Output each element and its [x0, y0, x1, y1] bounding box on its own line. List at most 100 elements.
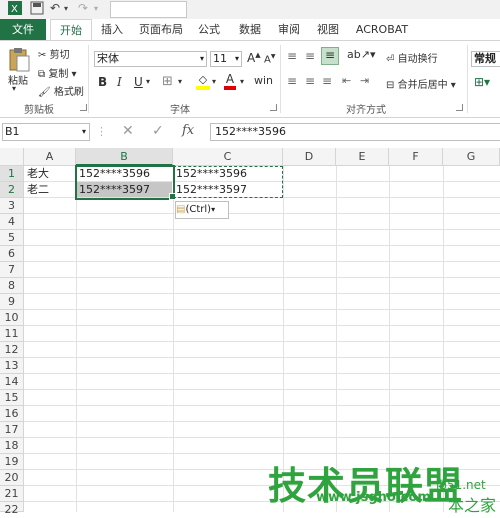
row-header[interactable]: 3: [0, 198, 24, 214]
row-header[interactable]: 14: [0, 374, 24, 390]
tab-home[interactable]: 开始: [50, 19, 92, 41]
column-header-a[interactable]: A: [24, 148, 76, 166]
tab-formulas[interactable]: 公式: [195, 19, 223, 40]
undo-icon[interactable]: ↶: [50, 1, 60, 15]
row-header[interactable]: 19: [0, 454, 24, 470]
column-header-g[interactable]: G: [443, 148, 500, 166]
row-header[interactable]: 9: [0, 294, 24, 310]
cancel-icon[interactable]: ✕: [122, 123, 134, 139]
merge-center-button[interactable]: ⊟ 合并后居中 ▾: [386, 76, 456, 91]
tab-review[interactable]: 审阅: [275, 19, 303, 40]
cut-button[interactable]: ✂ 剪切: [38, 46, 70, 61]
copy-button[interactable]: ⧉ 复制 ▾: [38, 65, 77, 80]
row-header[interactable]: 11: [0, 326, 24, 342]
cell-c2[interactable]: 152****3597: [174, 182, 247, 198]
paint-bucket-icon: ◇: [198, 73, 208, 86]
row-header[interactable]: 8: [0, 278, 24, 294]
underline-button[interactable]: U: [134, 75, 143, 89]
font-launcher-icon[interactable]: [270, 104, 277, 111]
cell-b2[interactable]: 152****3597: [77, 182, 150, 198]
cell-a2[interactable]: 老二: [25, 182, 49, 198]
column-header-c[interactable]: C: [173, 148, 283, 166]
align-bottom-icon[interactable]: ≡: [321, 47, 339, 65]
tab-page-layout[interactable]: 页面布局: [137, 19, 185, 40]
quick-access-box[interactable]: [110, 1, 187, 18]
wrap-text-button[interactable]: ⏎ 自动换行: [386, 50, 438, 65]
row-header[interactable]: 4: [0, 214, 24, 230]
row-header[interactable]: 16: [0, 406, 24, 422]
row-header[interactable]: 5: [0, 230, 24, 246]
cell-b1[interactable]: 152****3596: [77, 166, 150, 182]
tab-file[interactable]: 文件: [0, 19, 46, 40]
font-color-dropdown-icon[interactable]: ▾: [240, 77, 244, 86]
row-header[interactable]: 12: [0, 342, 24, 358]
row-header[interactable]: 20: [0, 470, 24, 486]
borders-dropdown-icon[interactable]: ▾: [178, 77, 182, 86]
borders-icon[interactable]: ⊞: [162, 74, 173, 89]
grow-font-button[interactable]: A▲: [247, 51, 261, 65]
save-icon[interactable]: [30, 1, 44, 18]
alignment-launcher-icon[interactable]: [456, 104, 463, 111]
row-header[interactable]: 21: [0, 486, 24, 502]
row-header[interactable]: 22: [0, 502, 24, 516]
tab-acrobat[interactable]: ACROBAT: [354, 19, 410, 40]
tab-view[interactable]: 视图: [314, 19, 342, 40]
name-box[interactable]: B1 ▾: [2, 123, 90, 141]
paste-options-button[interactable]: ▤(Ctrl)▾: [175, 201, 229, 219]
row-header[interactable]: 7: [0, 262, 24, 278]
fill-dropdown-icon[interactable]: ▾: [212, 77, 216, 86]
align-right-icon[interactable]: ≡: [322, 74, 332, 88]
column-header-e[interactable]: E: [336, 148, 389, 166]
align-left-icon[interactable]: ≡: [287, 74, 297, 88]
increase-indent-icon[interactable]: ⇥: [360, 74, 369, 87]
column-header-f[interactable]: F: [389, 148, 443, 166]
shrink-font-button[interactable]: A▼: [264, 53, 275, 65]
number-format-box[interactable]: 常规: [471, 51, 500, 67]
tab-insert[interactable]: 插入: [98, 19, 126, 40]
redo-dropdown-icon[interactable]: ▾: [94, 4, 98, 13]
formula-input[interactable]: 152****3596: [210, 123, 500, 141]
grid-line: [24, 245, 500, 246]
insert-function-icon[interactable]: fx: [182, 123, 194, 138]
phonetic-icon[interactable]: win: [254, 74, 273, 87]
fill-color-button[interactable]: ◇: [196, 73, 210, 90]
currency-icon[interactable]: ⊞▾: [474, 75, 490, 89]
row-header[interactable]: 2: [0, 182, 24, 198]
copy-icon: ⧉: [38, 69, 46, 80]
column-header-b[interactable]: B: [76, 148, 173, 166]
cell-c1[interactable]: 152****3596: [174, 166, 247, 182]
orientation-icon[interactable]: ab↗▾: [347, 48, 375, 61]
row-header[interactable]: 6: [0, 246, 24, 262]
grid-line: [24, 277, 500, 278]
row-header[interactable]: 10: [0, 310, 24, 326]
clipboard-launcher-icon[interactable]: [80, 104, 87, 111]
chevron-down-icon: ▾: [211, 205, 216, 214]
bold-button[interactable]: B: [98, 75, 107, 89]
format-painter-button[interactable]: 🖌 格式刷: [38, 83, 84, 98]
underline-dropdown-icon[interactable]: ▾: [146, 77, 150, 86]
row-header[interactable]: 17: [0, 422, 24, 438]
column-header-d[interactable]: D: [283, 148, 336, 166]
redo-icon[interactable]: ↷: [78, 1, 88, 15]
row-header[interactable]: 18: [0, 438, 24, 454]
paste-dropdown-icon[interactable]: ▾: [12, 84, 16, 93]
align-middle-icon[interactable]: ≡: [305, 49, 315, 63]
row-header[interactable]: 1: [0, 166, 24, 182]
italic-button[interactable]: I: [117, 75, 122, 89]
undo-dropdown-icon[interactable]: ▾: [64, 4, 68, 13]
font-size-box[interactable]: 11 ▾: [210, 51, 242, 67]
grid-line: [24, 453, 500, 454]
row-header[interactable]: 13: [0, 358, 24, 374]
wrap-text-label: 自动换行: [397, 54, 438, 65]
cell-a1[interactable]: 老大: [25, 166, 49, 182]
font-color-button[interactable]: A: [224, 72, 236, 90]
decrease-indent-icon[interactable]: ⇤: [342, 74, 351, 87]
wrap-icon: ⏎: [386, 54, 395, 65]
row-header[interactable]: 15: [0, 390, 24, 406]
select-all-corner[interactable]: [0, 148, 24, 166]
align-center-icon[interactable]: ≡: [305, 74, 315, 88]
enter-icon[interactable]: ✓: [152, 123, 164, 139]
font-name-box[interactable]: 宋体 ▾: [94, 51, 207, 67]
align-top-icon[interactable]: ≡: [287, 49, 297, 63]
tab-data[interactable]: 数据: [236, 19, 264, 40]
